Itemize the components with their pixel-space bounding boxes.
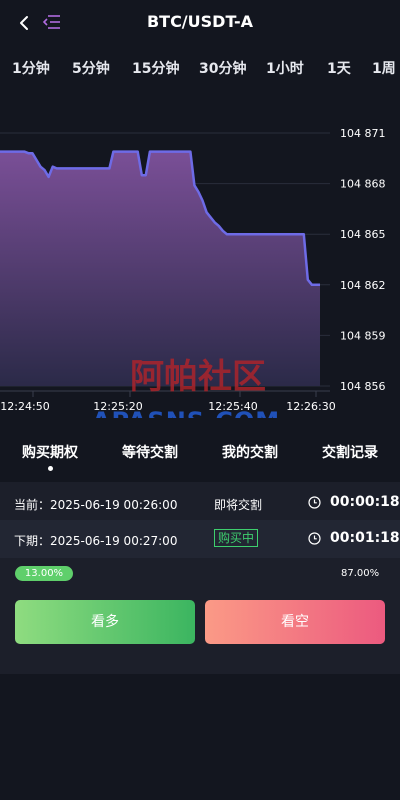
price-chart-canvas: 104 871 104 868 104 865 104 862 104 859 104 8… (0, 127, 386, 418)
current-period-row: 当前：2025-06-19 00:26:00 即将交割 00:00:18 (0, 484, 400, 522)
tab-delivery-records[interactable]: 交割记录 (322, 442, 378, 462)
long-ratio-badge: 13.00% (15, 566, 73, 581)
header: BTC/USDT-A (0, 0, 400, 46)
tab-pending-delivery[interactable]: 等待交割 (122, 442, 178, 462)
clock-icon (308, 532, 321, 545)
y-tick-label: 104 871 (340, 127, 386, 140)
current-period-label: 当前：2025-06-19 00:26:00 (14, 498, 178, 512)
short-ratio-text: 87.00% (341, 568, 380, 579)
watermark-cn: 阿帕社区 (130, 357, 266, 397)
tab-interval-1d[interactable]: 1天 (327, 58, 351, 78)
y-tick-label: 104 868 (340, 178, 386, 191)
price-area-fill (0, 151, 320, 386)
next-period-row: 下期：2025-06-19 00:27:00 购买中 00:01:18 (0, 520, 400, 558)
next-period-label: 下期：2025-06-19 00:27:00 (14, 534, 178, 548)
tab-interval-1w[interactable]: 1周 (372, 58, 396, 78)
buy-long-button[interactable]: 看多 (15, 600, 195, 644)
price-chart[interactable]: 104 871 104 868 104 865 104 862 104 859 104 8… (0, 118, 400, 418)
tab-interval-1h[interactable]: 1小时 (266, 58, 304, 78)
current-period-countdown: 00:00:18 (330, 494, 400, 510)
tab-my-delivery[interactable]: 我的交割 (222, 442, 278, 462)
tab-interval-30m[interactable]: 30分钟 (199, 58, 246, 78)
y-tick-label: 104 862 (340, 279, 386, 292)
clock-icon (308, 496, 321, 509)
buy-short-button[interactable]: 看空 (205, 600, 385, 644)
y-tick-label: 104 856 (340, 380, 386, 393)
y-tick-label: 104 859 (340, 329, 386, 342)
y-tick-label: 104 865 (340, 228, 386, 241)
x-tick-label: 12:24:50 (0, 400, 49, 413)
trade-tabs: 购买期权 等待交割 我的交割 交割记录 (0, 440, 400, 476)
tab-interval-15m[interactable]: 15分钟 (132, 58, 179, 78)
x-tick-label: 12:26:30 (286, 400, 335, 413)
current-period-status: 即将交割 (214, 498, 263, 512)
next-period-countdown: 00:01:18 (330, 530, 400, 546)
page-title: BTC/USDT-A (146, 12, 254, 31)
watermark-en: APASNS.COM (92, 407, 280, 418)
next-period-status-badge: 购买中 (214, 529, 259, 547)
tab-interval-5m[interactable]: 5分钟 (72, 58, 110, 78)
tab-interval-1m[interactable]: 1分钟 (12, 58, 50, 78)
tab-buy-option[interactable]: 购买期权 (22, 442, 78, 471)
interval-tabs: 1分钟 5分钟 15分钟 30分钟 1小时 1天 1周 (0, 56, 400, 96)
